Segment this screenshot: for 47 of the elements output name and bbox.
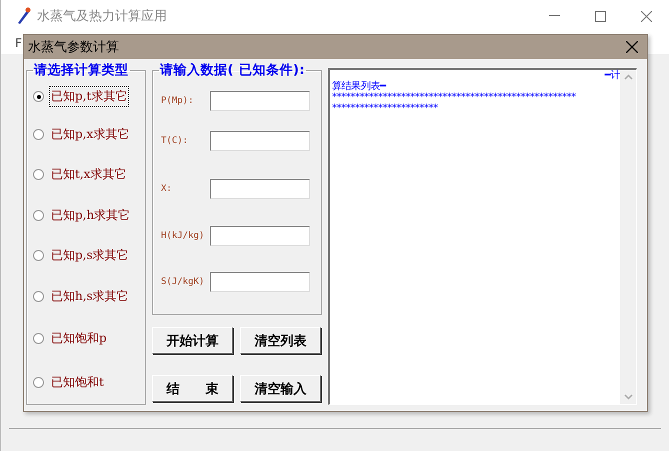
result-line: ━计	[604, 70, 620, 81]
input-field[interactable]	[210, 131, 310, 151]
field-label: H(kJ/kg)	[160, 231, 206, 241]
radio-button[interactable]	[33, 290, 44, 302]
result-line: *****************************************************	[332, 92, 576, 103]
field-label: S(J/kgK)	[160, 277, 206, 287]
radio-label[interactable]: 已知t,x求其它	[50, 165, 128, 184]
radio-button[interactable]	[33, 250, 44, 261]
group-title: 请选择计算类型	[33, 62, 130, 79]
scrollbar[interactable]	[620, 70, 636, 404]
field-label: T(C):	[160, 136, 190, 146]
radio-label[interactable]: 已知p,t求其它	[50, 87, 128, 106]
dialog-title: 水蒸气参数计算	[28, 39, 119, 56]
input-field[interactable]	[210, 91, 310, 111]
input-field[interactable]	[210, 179, 310, 199]
radio-button[interactable]	[33, 376, 44, 388]
field-label: X:	[160, 184, 173, 194]
radio-button[interactable]	[33, 91, 44, 102]
window-title: 水蒸气及热力计算应用	[37, 8, 167, 25]
action-button[interactable]: 清空输入	[240, 375, 321, 402]
radio-label[interactable]: 已知p,s求其它	[50, 246, 130, 265]
input-field[interactable]	[210, 272, 310, 292]
result-line: 算结果列表━	[332, 81, 386, 92]
action-button[interactable]: 清空列表	[240, 327, 321, 354]
maximize-icon	[594, 10, 606, 22]
app-icon	[15, 7, 31, 25]
radio-button[interactable]	[33, 128, 44, 140]
scroll-up-icon[interactable]	[624, 74, 632, 80]
close-icon	[640, 10, 652, 22]
minimize-icon	[548, 15, 560, 17]
radio-label[interactable]: 已知h,s求其它	[50, 286, 130, 306]
radio-button[interactable]	[33, 333, 44, 344]
radio-label[interactable]: 已知饱和t	[50, 372, 105, 392]
radio-label[interactable]: 已知饱和p	[50, 329, 108, 348]
scroll-down-icon[interactable]	[624, 394, 632, 400]
field-label: P(Mp):	[160, 96, 195, 106]
group-title: 请输入数据( 已知条件):	[159, 62, 306, 79]
close-icon	[626, 41, 638, 53]
action-button[interactable]: 开始计算	[152, 327, 233, 354]
input-field[interactable]	[210, 226, 310, 246]
menu-item[interactable]: F	[15, 36, 22, 50]
radio-label[interactable]: 已知p,x求其它	[50, 124, 130, 144]
radio-button[interactable]	[33, 169, 44, 180]
radio-button[interactable]	[33, 210, 44, 220]
action-button[interactable]: 结 束	[152, 375, 233, 402]
result-line: ***********************	[332, 103, 438, 114]
radio-label[interactable]: 已知p,h求其它	[50, 206, 132, 224]
